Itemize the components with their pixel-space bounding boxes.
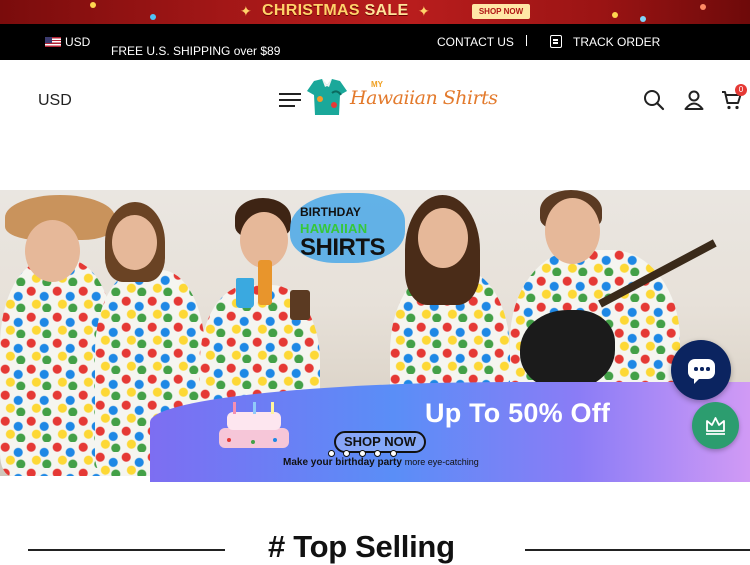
- top-bar: USD FREE U.S. SHIPPING over $89 CONTACT …: [0, 24, 750, 60]
- carousel-dot[interactable]: [358, 450, 366, 457]
- model-face: [25, 220, 80, 282]
- decoration-light: [150, 14, 156, 20]
- logo-shirt-icon[interactable]: [306, 77, 348, 117]
- currency-selector[interactable]: USD: [65, 35, 90, 49]
- decoration-light: [90, 2, 96, 8]
- divider: [526, 35, 527, 46]
- section-rule-left: [28, 549, 225, 551]
- search-icon[interactable]: [642, 88, 666, 112]
- carousel-dot[interactable]: [374, 450, 382, 457]
- track-order-link[interactable]: TRACK ORDER: [573, 35, 660, 49]
- user-icon[interactable]: [682, 88, 706, 112]
- clipboard-icon[interactable]: [550, 35, 562, 48]
- carousel-dot[interactable]: [343, 450, 351, 457]
- us-flag-icon[interactable]: [45, 37, 61, 47]
- promo-shop-now-button[interactable]: SHOP NOW: [472, 4, 530, 19]
- drink-glass: [258, 260, 272, 305]
- guitar-image: [520, 310, 615, 390]
- section-title: # Top Selling: [268, 529, 455, 564]
- hero-line-3: SHIRTS: [300, 234, 386, 261]
- hero-line-1: BIRTHDAY: [300, 205, 361, 219]
- model-face: [545, 198, 600, 264]
- promo-title: CHRISTMAS SALE: [262, 2, 409, 19]
- site-header: USD MY Hawaiian Shirts 0: [0, 60, 750, 140]
- menu-icon[interactable]: [279, 92, 301, 108]
- section-rule-right: [525, 549, 750, 551]
- drink-glass: [290, 290, 310, 320]
- birthday-cake-image: [219, 402, 289, 448]
- logo-text[interactable]: Hawaiian Shirts: [350, 87, 498, 109]
- rewards-button[interactable]: [692, 402, 739, 449]
- decoration-light: [700, 4, 706, 10]
- model-face: [112, 215, 157, 270]
- contact-us-link[interactable]: CONTACT US: [437, 35, 514, 49]
- carousel-dot[interactable]: [328, 450, 335, 457]
- decoration-light: [640, 16, 646, 22]
- decoration-light: [612, 12, 618, 18]
- reindeer-icon: ✦: [418, 3, 430, 19]
- promo-banner[interactable]: ✦ CHRISTMAS SALE ✦ SHOP NOW: [0, 0, 750, 24]
- shipping-notice: FREE U.S. SHIPPING over $89: [111, 44, 281, 58]
- reindeer-icon: ✦: [240, 3, 252, 19]
- chat-icon: [688, 359, 715, 384]
- crown-icon: [706, 417, 725, 435]
- carousel-dot[interactable]: [389, 450, 397, 457]
- cart-count-badge: 0: [735, 84, 747, 96]
- drink-glass: [236, 278, 254, 308]
- model-face: [418, 208, 468, 268]
- currency-selector[interactable]: USD: [38, 92, 72, 110]
- discount-text: Up To 50% Off: [425, 398, 611, 428]
- chat-button[interactable]: [671, 340, 731, 400]
- hero-tagline: Make your birthday party more eye-catchi…: [283, 457, 479, 468]
